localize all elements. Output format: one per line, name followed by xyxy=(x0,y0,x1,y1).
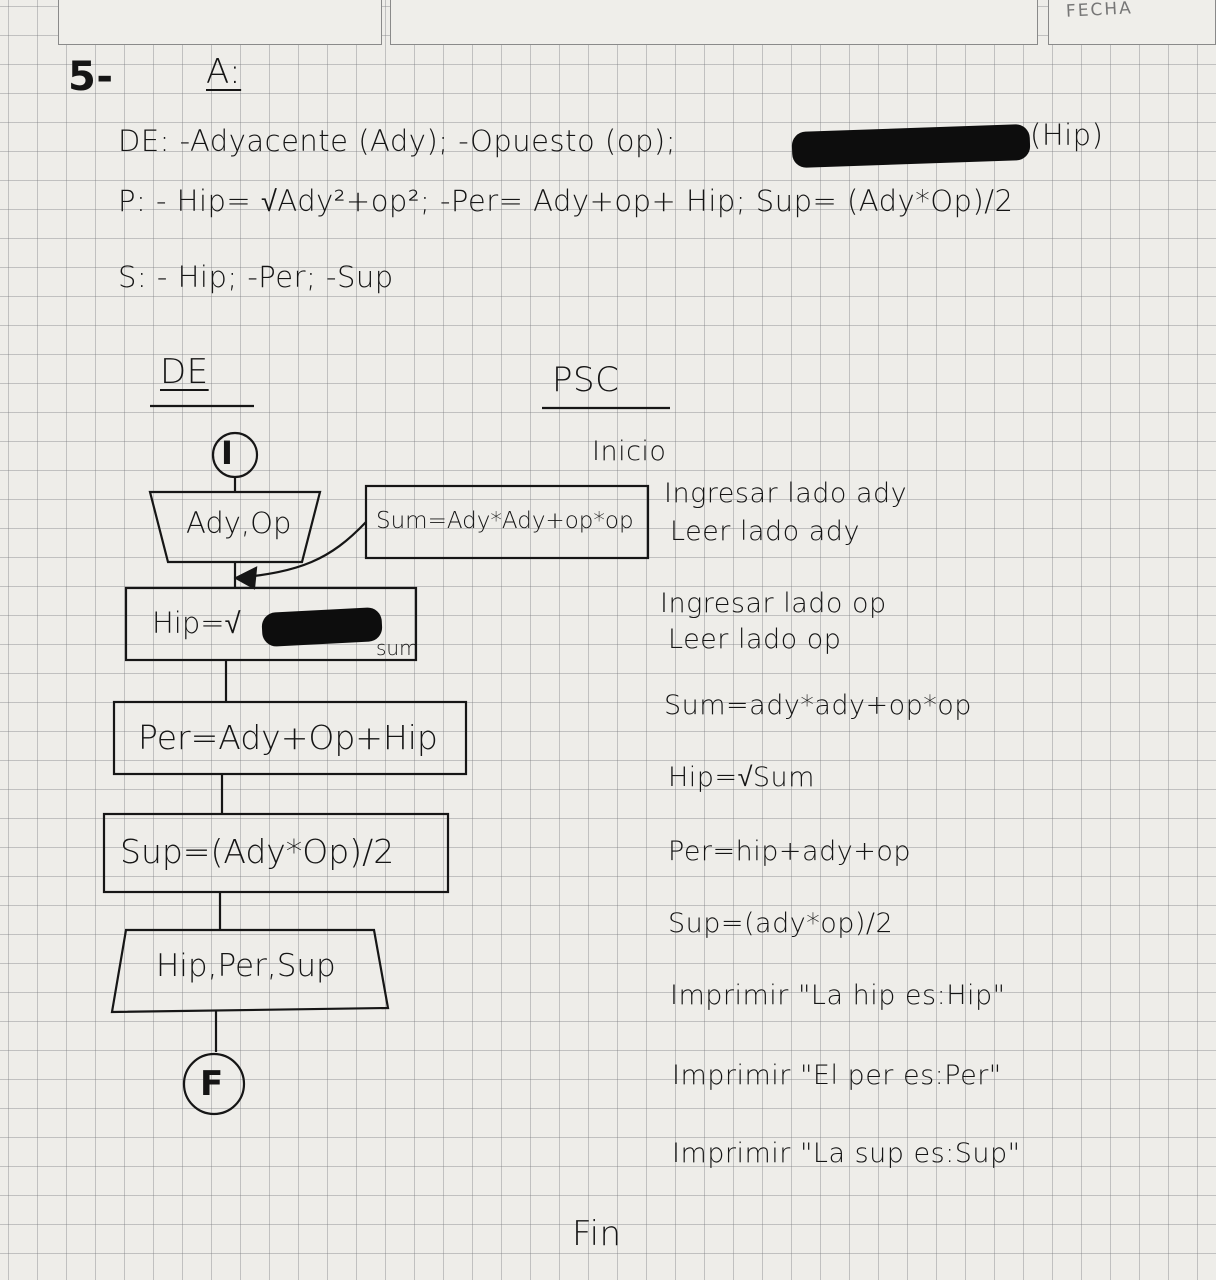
hip-label-tail: sum xyxy=(376,636,419,660)
output-label: Hip,Per,Sup xyxy=(156,948,336,984)
redaction-scribble-hip xyxy=(261,606,383,648)
pseudocode-line: Sup=(ady*op)/2 xyxy=(668,908,894,939)
pseudocode-line: Ingresar lado op xyxy=(660,588,887,619)
input-label: Ady,Op xyxy=(186,506,292,540)
pseudocode-end: Fin xyxy=(572,1214,622,1254)
pseudocode-line: Imprimir "La hip es:Hip" xyxy=(670,980,1006,1011)
start-terminal xyxy=(211,431,259,479)
hip-label: Hip=√ xyxy=(152,606,241,640)
pseudocode-line: Ingresar lado ady xyxy=(664,478,908,509)
pseudocode-heading: PSC xyxy=(552,360,620,400)
pseudocode-line: Hip=√Sum xyxy=(668,762,815,793)
pseudocode-line: Sum=ady*ady+op*op xyxy=(664,690,972,721)
side-process-label: Sum=Ady*Ady+op*op xyxy=(376,508,634,534)
sup-label: Sup=(Ady*Op)/2 xyxy=(120,832,395,871)
pseudocode-line: Leer lado ady xyxy=(670,516,860,547)
per-label: Per=Ady+Op+Hip xyxy=(138,718,438,757)
start-label: I xyxy=(221,434,233,472)
pseudocode-line: Leer lado op xyxy=(668,624,842,655)
flowchart-heading: DE xyxy=(160,352,209,392)
side-process-arrowhead xyxy=(233,566,258,590)
pseudocode-line: Imprimir "El per es:Per" xyxy=(672,1060,1002,1091)
pseudocode-line: Per=hip+ady+op xyxy=(668,836,911,867)
pseudocode-line: Imprimir "La sup es:Sup" xyxy=(672,1138,1021,1169)
end-label: F xyxy=(200,1064,224,1104)
pseudocode-start: Inicio xyxy=(592,436,667,467)
